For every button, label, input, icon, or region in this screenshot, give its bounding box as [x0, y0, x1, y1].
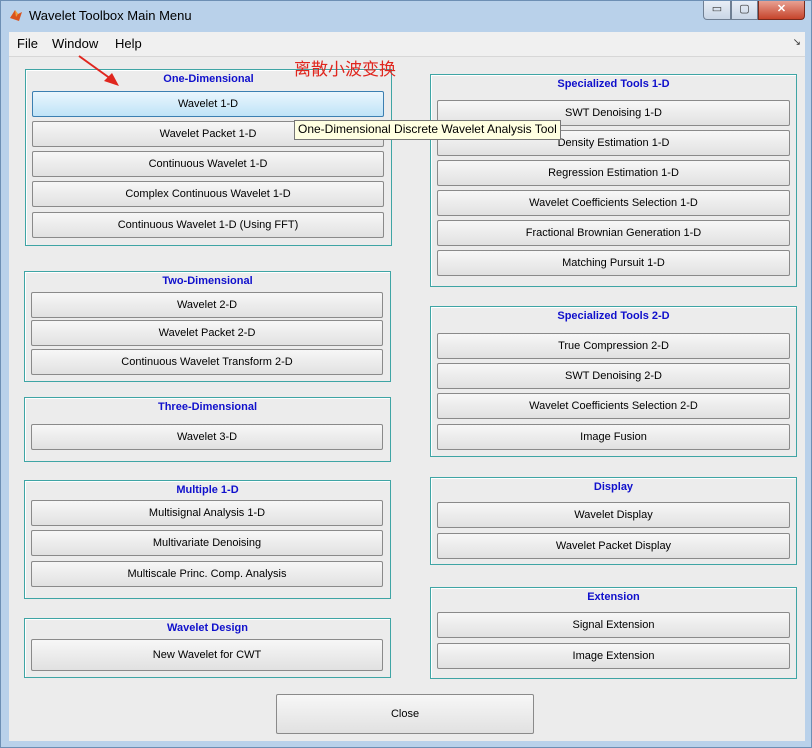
group-title: Multiple 1-D — [176, 484, 239, 496]
main-window: Wavelet Toolbox Main Menu ▭ ▢ ✕ File Win… — [0, 0, 812, 748]
group-three-dimensional: Three-Dimensional Wavelet 3-D — [24, 397, 391, 462]
wavelet-packet-2d-button[interactable]: Wavelet Packet 2-D — [31, 320, 383, 346]
multisignal-analysis-1d-button[interactable]: Multisignal Analysis 1-D — [31, 500, 383, 526]
wavelet-coefficients-selection-2d-button[interactable]: Wavelet Coefficients Selection 2-D — [437, 393, 790, 419]
client-area: One-Dimensional Wavelet 1-D Wavelet Pack… — [9, 57, 805, 741]
maximize-button[interactable]: ▢ — [731, 1, 758, 20]
red-arrow-icon — [78, 55, 119, 86]
menu-help[interactable]: Help — [115, 36, 142, 51]
image-extension-button[interactable]: Image Extension — [437, 643, 790, 669]
menu-file[interactable]: File — [17, 36, 38, 51]
regression-estimation-1d-button[interactable]: Regression Estimation 1-D — [437, 160, 790, 186]
menu-window[interactable]: Window — [52, 36, 98, 51]
wavelet-3d-button[interactable]: Wavelet 3-D — [31, 424, 383, 450]
group-multiple-1d: Multiple 1-D Multisignal Analysis 1-D Mu… — [24, 480, 391, 599]
multiscale-princ-comp-analysis-button[interactable]: Multiscale Princ. Comp. Analysis — [31, 561, 383, 587]
group-wavelet-design: Wavelet Design New Wavelet for CWT — [24, 618, 391, 678]
wavelet-display-button[interactable]: Wavelet Display — [437, 502, 790, 528]
group-one-dimensional: One-Dimensional Wavelet 1-D Wavelet Pack… — [25, 69, 392, 246]
group-title: Display — [593, 481, 634, 493]
wavelet-2d-button[interactable]: Wavelet 2-D — [31, 292, 383, 318]
title-bar[interactable]: Wavelet Toolbox Main Menu ▭ ▢ ✕ — [1, 1, 811, 31]
group-specialized-tools-1d: Specialized Tools 1-D SWT Denoising 1-D … — [430, 74, 797, 287]
dock-arrow-icon[interactable]: ↘ — [793, 37, 801, 48]
continuous-wavelet-1d-button[interactable]: Continuous Wavelet 1-D — [32, 151, 384, 177]
true-compression-2d-button[interactable]: True Compression 2-D — [437, 333, 790, 359]
image-fusion-button[interactable]: Image Fusion — [437, 424, 790, 450]
continuous-wavelet-transform-2d-button[interactable]: Continuous Wavelet Transform 2-D — [31, 349, 383, 375]
group-extension: Extension Signal Extension Image Extensi… — [430, 587, 797, 679]
annotation-text: 离散小波变换 — [294, 60, 396, 80]
window-title: Wavelet Toolbox Main Menu — [29, 8, 192, 23]
close-button[interactable]: Close — [276, 694, 534, 734]
continuous-wavelet-1d-fft-button[interactable]: Continuous Wavelet 1-D (Using FFT) — [32, 212, 384, 238]
wavelet-1d-button[interactable]: Wavelet 1-D — [32, 91, 384, 117]
group-title: Two-Dimensional — [162, 275, 253, 287]
group-title: Extension — [587, 591, 640, 603]
tooltip: One-Dimensional Discrete Wavelet Analysi… — [294, 120, 561, 140]
group-title: Wavelet Design — [167, 622, 248, 634]
minimize-button[interactable]: ▭ — [703, 1, 731, 20]
group-title: Specialized Tools 1-D — [557, 78, 670, 90]
matching-pursuit-1d-button[interactable]: Matching Pursuit 1-D — [437, 250, 790, 276]
group-display: Display Wavelet Display Wavelet Packet D… — [430, 477, 797, 565]
new-wavelet-for-cwt-button[interactable]: New Wavelet for CWT — [31, 639, 383, 671]
signal-extension-button[interactable]: Signal Extension — [437, 612, 790, 638]
complex-continuous-wavelet-1d-button[interactable]: Complex Continuous Wavelet 1-D — [32, 181, 384, 207]
group-title: Three-Dimensional — [157, 401, 258, 413]
wavelet-coefficients-selection-1d-button[interactable]: Wavelet Coefficients Selection 1-D — [437, 190, 790, 216]
close-window-button[interactable]: ✕ — [758, 1, 805, 20]
group-two-dimensional: Two-Dimensional Wavelet 2-D Wavelet Pack… — [24, 271, 391, 382]
group-specialized-tools-2d: Specialized Tools 2-D True Compression 2… — [430, 306, 797, 457]
swt-denoising-2d-button[interactable]: SWT Denoising 2-D — [437, 363, 790, 389]
fractional-brownian-generation-1d-button[interactable]: Fractional Brownian Generation 1-D — [437, 220, 790, 246]
wavelet-packet-display-button[interactable]: Wavelet Packet Display — [437, 533, 790, 559]
multivariate-denoising-button[interactable]: Multivariate Denoising — [31, 530, 383, 556]
group-title: Specialized Tools 2-D — [557, 310, 670, 322]
matlab-logo-icon — [10, 10, 22, 21]
